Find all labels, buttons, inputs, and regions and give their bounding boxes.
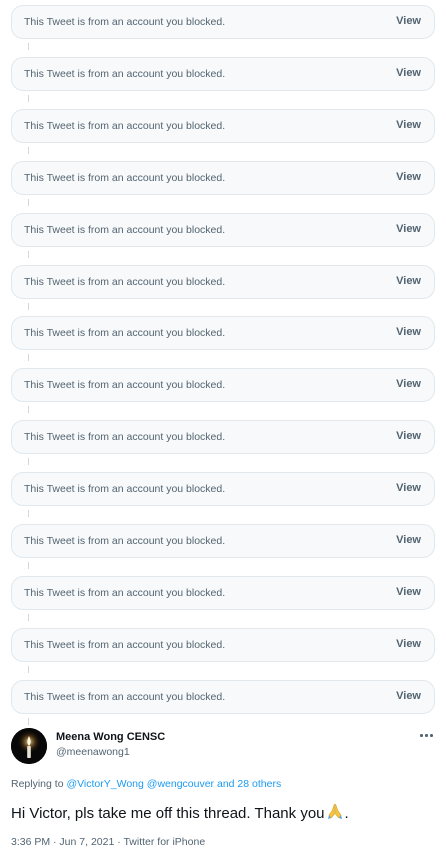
thread-connector	[28, 147, 29, 154]
blocked-tweet-card: This Tweet is from an account you blocke…	[11, 316, 435, 350]
view-button[interactable]: View	[396, 223, 421, 235]
thread-connector	[28, 510, 29, 517]
blocked-tweet-notice: This Tweet is from an account you blocke…	[24, 691, 226, 703]
thread-connector	[28, 562, 29, 569]
blocked-tweet-card: This Tweet is from an account you blocke…	[11, 5, 435, 39]
blocked-tweet-card: This Tweet is from an account you blocke…	[11, 420, 435, 454]
view-button[interactable]: View	[396, 430, 421, 442]
blocked-tweet-notice: This Tweet is from an account you blocke…	[24, 16, 226, 28]
view-button[interactable]: View	[396, 378, 421, 390]
view-button[interactable]: View	[396, 275, 421, 287]
tweet-header: Meena Wong CENSC @meenawong1	[0, 720, 446, 768]
thread-connector	[28, 354, 29, 361]
thread-connector	[28, 199, 29, 206]
blocked-tweet-notice: This Tweet is from an account you blocke…	[24, 379, 226, 391]
thread-connector	[28, 251, 29, 258]
blocked-tweet-card: This Tweet is from an account you blocke…	[11, 109, 435, 143]
view-button[interactable]: View	[396, 690, 421, 702]
author-handle[interactable]: @meenawong1	[56, 746, 130, 758]
avatar[interactable]	[11, 728, 47, 764]
blocked-tweet-notice: This Tweet is from an account you blocke…	[24, 587, 226, 599]
thread-connector	[28, 614, 29, 621]
blocked-tweet-notice: This Tweet is from an account you blocke…	[24, 172, 226, 184]
blocked-tweet-card: This Tweet is from an account you blocke…	[11, 368, 435, 402]
blocked-tweet-notice: This Tweet is from an account you blocke…	[24, 327, 226, 339]
blocked-tweet-card: This Tweet is from an account you blocke…	[11, 161, 435, 195]
blocked-tweet-notice: This Tweet is from an account you blocke…	[24, 224, 226, 236]
more-horizontal-icon[interactable]	[420, 730, 434, 740]
thread-connector	[28, 43, 29, 50]
tweet-text-suffix: .	[344, 805, 349, 822]
blocked-tweet-card: This Tweet is from an account you blocke…	[11, 213, 435, 247]
blocked-tweet-card: This Tweet is from an account you blocke…	[11, 680, 435, 714]
view-button[interactable]: View	[396, 67, 421, 79]
view-button[interactable]: View	[396, 534, 421, 546]
blocked-tweet-notice: This Tweet is from an account you blocke…	[24, 68, 226, 80]
others-link[interactable]: and 28 others	[217, 778, 281, 790]
tweet-text: Hi Victor, pls take me off this thread. …	[11, 805, 325, 822]
blocked-tweet-notice: This Tweet is from an account you blocke…	[24, 483, 226, 495]
blocked-tweet-card: This Tweet is from an account you blocke…	[11, 472, 435, 506]
mention-link[interactable]: @VictorY_Wong	[66, 778, 143, 790]
view-button[interactable]: View	[396, 171, 421, 183]
mention-link[interactable]: @wengcouver	[147, 778, 214, 790]
view-button[interactable]: View	[396, 638, 421, 650]
view-button[interactable]: View	[396, 482, 421, 494]
replying-to-line: Replying to @VictorY_Wong @wengcouver an…	[11, 778, 281, 790]
blocked-tweet-card: This Tweet is from an account you blocke…	[11, 628, 435, 662]
thread-connector	[28, 666, 29, 673]
tweet-timestamp[interactable]: 3:36 PM · Jun 7, 2021 · Twitter for iPho…	[11, 836, 205, 848]
blocked-tweet-card: This Tweet is from an account you blocke…	[11, 576, 435, 610]
thread-connector	[28, 95, 29, 102]
blocked-tweet-notice: This Tweet is from an account you blocke…	[24, 120, 226, 132]
thread-connector	[28, 406, 29, 413]
view-button[interactable]: View	[396, 15, 421, 27]
blocked-tweet-card: This Tweet is from an account you blocke…	[11, 57, 435, 91]
blocked-tweet-card: This Tweet is from an account you blocke…	[11, 524, 435, 558]
author-display-name[interactable]: Meena Wong CENSC	[56, 731, 165, 743]
blocked-tweet-notice: This Tweet is from an account you blocke…	[24, 639, 226, 651]
view-button[interactable]: View	[396, 586, 421, 598]
thread-connector	[28, 303, 29, 310]
tweet-body: Hi Victor, pls take me off this thread. …	[11, 801, 349, 824]
blocked-tweet-notice: This Tweet is from an account you blocke…	[24, 431, 226, 443]
blocked-tweet-card: This Tweet is from an account you blocke…	[11, 265, 435, 299]
candle-icon	[11, 728, 47, 764]
view-button[interactable]: View	[396, 326, 421, 338]
blocked-tweet-notice: This Tweet is from an account you blocke…	[24, 535, 226, 547]
thread-connector	[28, 458, 29, 465]
blocked-tweet-notice: This Tweet is from an account you blocke…	[24, 276, 226, 288]
replying-prefix: Replying to	[11, 778, 64, 790]
view-button[interactable]: View	[396, 119, 421, 131]
folded-hands-emoji	[325, 801, 345, 821]
